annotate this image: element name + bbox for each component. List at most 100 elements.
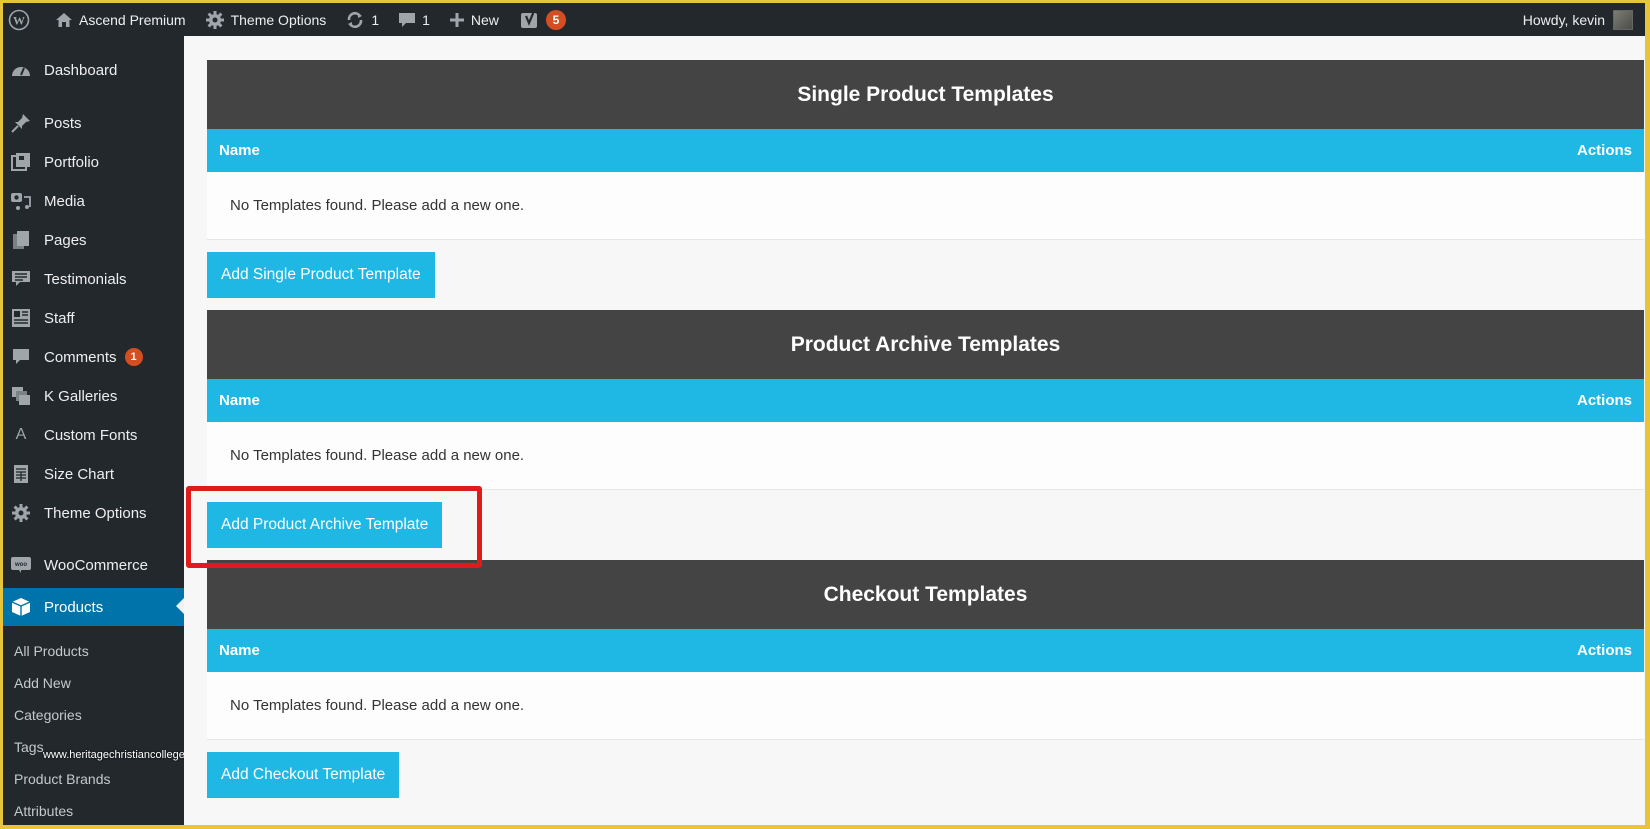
media-icon xyxy=(10,191,32,211)
comments-badge: 1 xyxy=(124,348,143,366)
site-name-link[interactable]: Ascend Premium xyxy=(43,3,193,36)
sidebar-item-label: Staff xyxy=(44,309,75,327)
sidebar-item-posts[interactable]: Posts xyxy=(3,105,184,141)
sidebar-item-products[interactable]: Products xyxy=(3,588,184,626)
column-actions: Actions xyxy=(1576,142,1632,159)
section-title: Checkout Templates xyxy=(207,560,1644,629)
updates-count: 1 xyxy=(371,11,380,28)
watermark-text: www.heritagechristiancollege.c xyxy=(43,749,194,761)
testimonial-icon xyxy=(10,269,32,289)
sidebar-item-pages[interactable]: Pages xyxy=(3,222,184,258)
sidebar-item-comments[interactable]: Comments 1 xyxy=(3,339,184,375)
submenu-attributes[interactable]: Attributes xyxy=(14,803,73,819)
section-title: Product Archive Templates xyxy=(207,310,1644,379)
submenu-all-products[interactable]: All Products xyxy=(14,643,89,659)
woocommerce-icon: woo xyxy=(10,555,32,575)
sidebar-item-label: WooCommerce xyxy=(44,556,148,574)
add-product-archive-template-button[interactable]: Add Product Archive Template xyxy=(207,502,443,548)
avatar xyxy=(1613,9,1633,30)
my-account-link[interactable]: Howdy, kevin xyxy=(1522,9,1645,30)
sidebar-item-woocommerce[interactable]: woo WooCommerce xyxy=(3,547,184,583)
font-icon: A xyxy=(15,426,27,443)
pin-icon xyxy=(10,113,32,133)
sidebar-item-testimonials[interactable]: Testimonials xyxy=(3,261,184,297)
sidebar-item-label: K Galleries xyxy=(44,387,118,405)
submenu-tags[interactable]: Tags xyxy=(14,739,44,755)
section-title: Single Product Templates xyxy=(207,60,1644,129)
empty-row: No Templates found. Please add a new one… xyxy=(207,172,1644,240)
product-archive-templates-section: Product Archive Templates Name Actions N… xyxy=(207,310,1644,548)
submenu-categories[interactable]: Categories xyxy=(14,707,82,723)
gallery-icon xyxy=(10,386,32,406)
wordpress-logo-button[interactable]: W xyxy=(3,3,43,36)
sidebar-item-label: Custom Fonts xyxy=(44,426,138,444)
pages-icon xyxy=(10,230,32,250)
sidebar-item-size-chart[interactable]: Size Chart xyxy=(3,456,184,492)
table-header: Name Actions xyxy=(207,379,1644,422)
submenu-product-brands[interactable]: Product Brands xyxy=(14,771,111,787)
dashboard-icon xyxy=(10,60,32,80)
box-icon xyxy=(10,597,32,617)
sidebar-item-custom-fonts[interactable]: A Custom Fonts xyxy=(3,417,184,453)
column-actions: Actions xyxy=(1576,392,1632,409)
new-label: New xyxy=(470,11,499,28)
sidebar-item-staff[interactable]: Staff xyxy=(3,300,184,336)
empty-row: No Templates found. Please add a new one… xyxy=(207,422,1644,490)
sidebar-item-portfolio[interactable]: Portfolio xyxy=(3,144,184,180)
empty-row: No Templates found. Please add a new one… xyxy=(207,672,1644,740)
gear-icon xyxy=(205,10,225,30)
sidebar-item-dashboard[interactable]: Dashboard xyxy=(3,52,184,88)
wordpress-logo-icon: W xyxy=(8,9,30,31)
svg-text:woo: woo xyxy=(14,562,27,568)
admin-bar: W Ascend Premium Theme Options 1 1 New 5… xyxy=(3,3,1645,36)
theme-options-label: Theme Options xyxy=(230,11,327,28)
sidebar-item-label: Posts xyxy=(44,114,82,132)
document-icon xyxy=(10,464,32,484)
sidebar-item-label: Theme Options xyxy=(44,504,147,522)
checkout-templates-section: Checkout Templates Name Actions No Templ… xyxy=(207,560,1644,798)
home-icon xyxy=(55,12,73,28)
comment-bubble-icon xyxy=(398,11,416,29)
single-product-templates-section: Single Product Templates Name Actions No… xyxy=(207,60,1644,298)
sidebar-item-label: Media xyxy=(44,192,85,210)
yoast-notification-badge: 5 xyxy=(545,9,566,30)
column-actions: Actions xyxy=(1576,642,1632,659)
sidebar-item-label: Pages xyxy=(44,231,87,249)
gear-icon xyxy=(10,503,32,523)
admin-sidebar: Dashboard Posts Portfolio Media Pages Te… xyxy=(3,36,184,825)
staff-icon xyxy=(10,308,32,328)
column-name: Name xyxy=(219,142,260,159)
comments-count: 1 xyxy=(422,11,430,28)
column-name: Name xyxy=(219,392,260,409)
yoast-icon xyxy=(520,10,540,30)
site-name: Ascend Premium xyxy=(79,11,186,28)
screen-frame: W Ascend Premium Theme Options 1 1 New 5… xyxy=(3,3,1645,825)
new-content-link[interactable]: New xyxy=(437,3,506,36)
portfolio-icon xyxy=(10,152,32,172)
add-single-product-template-button[interactable]: Add Single Product Template xyxy=(207,252,435,298)
theme-options-link[interactable]: Theme Options xyxy=(193,3,334,36)
sidebar-item-label: Products xyxy=(44,598,104,616)
table-header: Name Actions xyxy=(207,129,1644,172)
sidebar-item-theme-options[interactable]: Theme Options xyxy=(3,495,184,531)
sidebar-item-label: Testimonials xyxy=(44,270,127,288)
sidebar-item-label: Portfolio xyxy=(44,153,100,171)
comments-link[interactable]: 1 xyxy=(386,3,437,36)
sidebar-item-label: Size Chart xyxy=(44,465,115,483)
main-content: Single Product Templates Name Actions No… xyxy=(184,36,1645,825)
sidebar-item-media[interactable]: Media xyxy=(3,183,184,219)
greeting: Howdy, kevin xyxy=(1522,11,1605,28)
refresh-icon xyxy=(345,11,365,29)
sidebar-item-label: Dashboard xyxy=(44,61,118,79)
svg-text:W: W xyxy=(13,13,25,27)
add-checkout-template-button[interactable]: Add Checkout Template xyxy=(207,752,400,798)
sidebar-item-k-galleries[interactable]: K Galleries xyxy=(3,378,184,414)
column-name: Name xyxy=(219,642,260,659)
sidebar-item-label: Comments xyxy=(44,348,117,366)
submenu-add-new[interactable]: Add New xyxy=(14,675,71,691)
yoast-seo-link[interactable]: 5 xyxy=(506,3,573,36)
updates-link[interactable]: 1 xyxy=(333,3,386,36)
table-header: Name Actions xyxy=(207,629,1644,672)
comment-icon xyxy=(10,347,32,367)
plus-icon xyxy=(449,12,465,28)
